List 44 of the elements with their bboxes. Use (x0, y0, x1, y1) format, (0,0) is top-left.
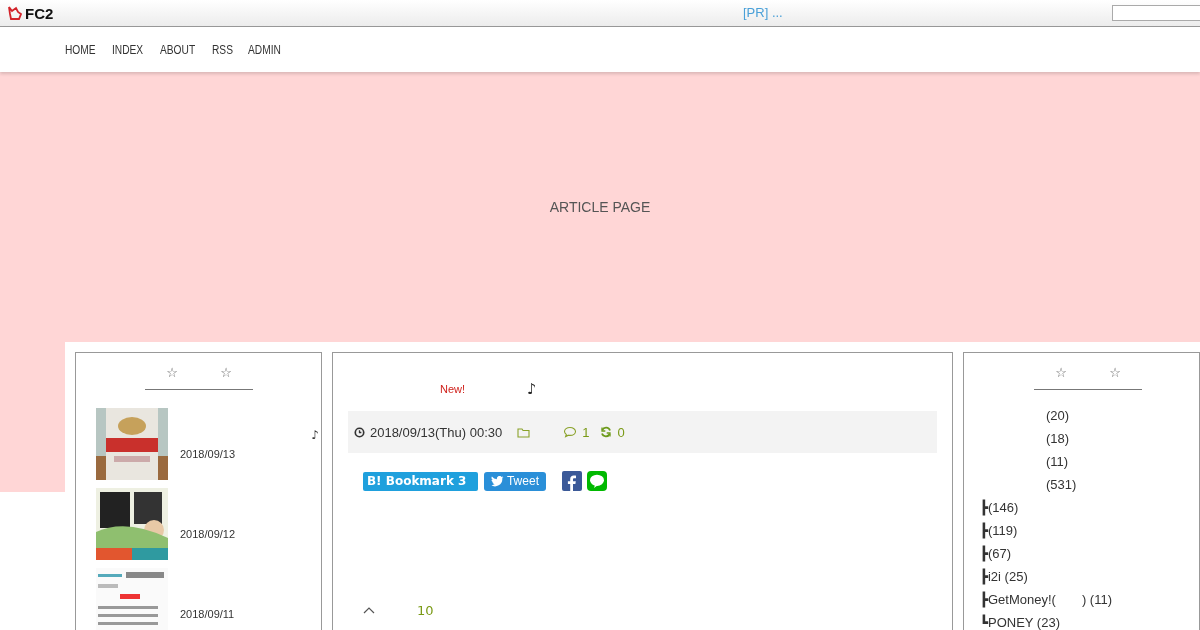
category-link[interactable]: (119) (987, 523, 1018, 538)
category-link[interactable]: (531) (1045, 477, 1077, 492)
star-mark: ☆ (1109, 365, 1121, 380)
folder-icon[interactable] (517, 426, 531, 438)
category-link[interactable]: i2i (25) (987, 569, 1028, 584)
tree-branch: ┣ (979, 592, 988, 607)
category-link[interactable]: (20) (1045, 408, 1070, 423)
refresh-icon[interactable] (600, 426, 613, 438)
tree-branch: ┣ (979, 523, 988, 538)
tree-branch: ┣ (979, 500, 988, 515)
nav-link[interactable]: INDEX (112, 42, 144, 57)
nav-link[interactable]: RSS (212, 42, 233, 57)
star-mark: ☆ (220, 365, 232, 380)
category-link[interactable]: PONEY (23) (987, 615, 1060, 630)
category-link[interactable]: (67) (987, 546, 1012, 561)
category-link[interactable]: (146) (987, 500, 1019, 515)
entry-date: 2018/09/11 (180, 608, 235, 620)
bird-icon (490, 475, 504, 487)
category-link[interactable]: GetMoney!( ) (11) (987, 590, 1112, 609)
star-mark: ☆ (1055, 365, 1067, 380)
fox-logo-icon (7, 5, 23, 21)
nav-link[interactable]: HOME (65, 42, 96, 57)
comment-icon[interactable] (563, 426, 578, 438)
category-link[interactable]: (11) (1045, 454, 1069, 469)
search-field[interactable] (1112, 5, 1200, 21)
entry-date: 2018/09/12 (180, 528, 236, 540)
facebook-icon[interactable] (561, 471, 582, 491)
count-label: 10 (416, 603, 434, 618)
entry-date: 2018/09/13 (180, 448, 236, 460)
tree-branch: ┣ (979, 569, 988, 584)
nav-link[interactable]: ABOUT (159, 42, 195, 57)
header-title: ARTICLE PAGE (549, 199, 651, 215)
note-mark: ♪ (311, 428, 319, 442)
star-mark: ☆ (166, 365, 178, 380)
category-link[interactable]: (18) (1045, 431, 1070, 446)
tree-branch: ┗ (979, 615, 988, 630)
tree-branch: ┣ (979, 546, 988, 561)
nav-link[interactable]: ADMIN (247, 42, 281, 57)
site-logo[interactable]: FC2 (25, 4, 54, 22)
note-mark: ♪ (527, 380, 537, 398)
new-label: New! (439, 383, 465, 395)
clock-icon (353, 426, 365, 438)
post-datetime: 2018/09/13(Thu) 00:30 (369, 424, 503, 440)
up-chevron-icon[interactable] (362, 607, 375, 614)
